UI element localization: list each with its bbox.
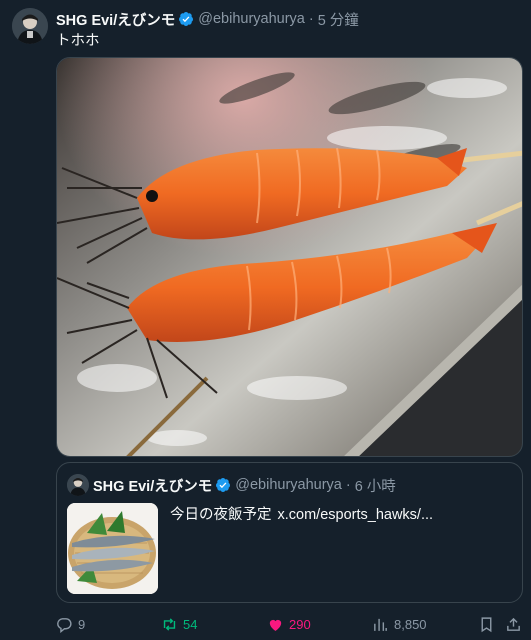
views-button[interactable]: 8,850 xyxy=(372,614,427,634)
retweet-button[interactable]: 54 xyxy=(161,614,197,634)
like-button[interactable]: 290 xyxy=(267,614,311,634)
tweet-photo[interactable] xyxy=(56,57,523,457)
quoted-author-name[interactable]: SHG Evi/えびンモ xyxy=(93,475,212,496)
quoted-author-avatar[interactable] xyxy=(67,474,89,496)
views-count: 8,850 xyxy=(394,616,427,632)
quoted-tweet-header: SHG Evi/えびンモ @ebihuryahurya · 6 小時 xyxy=(93,475,514,495)
views-icon xyxy=(374,618,387,631)
quoted-tweet-body: 今日の夜飯予定 xyxy=(170,507,272,523)
tweet-header: SHG Evi/えびンモ @ebihuryahurya · 5 分鐘 xyxy=(56,9,521,29)
quoted-author-handle[interactable]: @ebihuryahurya xyxy=(235,477,342,493)
heart-icon xyxy=(269,619,282,631)
quoted-tweet-text: 今日の夜飯予定 x.com/esports_hawks/... xyxy=(170,503,433,524)
tweet-text: トホホ xyxy=(56,33,100,49)
like-count: 290 xyxy=(289,616,311,632)
tweet[interactable]: SHG Evi/えびンモ @ebihuryahurya · 5 分鐘 トホホ S… xyxy=(0,0,531,640)
author-avatar[interactable] xyxy=(12,8,48,44)
reply-button[interactable]: 9 xyxy=(56,614,85,634)
separator-dot: · xyxy=(345,477,351,493)
verified-badge-icon xyxy=(179,12,194,26)
verified-badge-icon xyxy=(216,478,231,492)
reply-icon xyxy=(57,617,72,633)
bookmark-icon xyxy=(481,616,492,632)
author-name[interactable]: SHG Evi/えびンモ xyxy=(56,9,175,30)
tweet-action-bar: 9 54 290 8,850 xyxy=(56,614,523,634)
bookmark-button[interactable] xyxy=(478,614,495,634)
separator-dot: · xyxy=(308,11,314,27)
quoted-tweet-timestamp[interactable]: 6 小時 xyxy=(355,475,396,496)
reply-count: 9 xyxy=(78,616,86,632)
share-button[interactable] xyxy=(505,614,522,634)
retweet-icon xyxy=(163,617,176,631)
quoted-tweet-link[interactable]: x.com/esports_hawks/... xyxy=(278,507,434,523)
retweet-count: 54 xyxy=(183,616,198,632)
author-handle[interactable]: @ebihuryahurya xyxy=(198,11,305,27)
tweet-timestamp[interactable]: 5 分鐘 xyxy=(318,9,359,30)
quoted-tweet[interactable]: SHG Evi/えびンモ @ebihuryahurya · 6 小時 今日の夜飯… xyxy=(56,462,523,603)
quoted-tweet-thumbnail[interactable] xyxy=(67,503,158,594)
share-icon xyxy=(507,617,520,631)
